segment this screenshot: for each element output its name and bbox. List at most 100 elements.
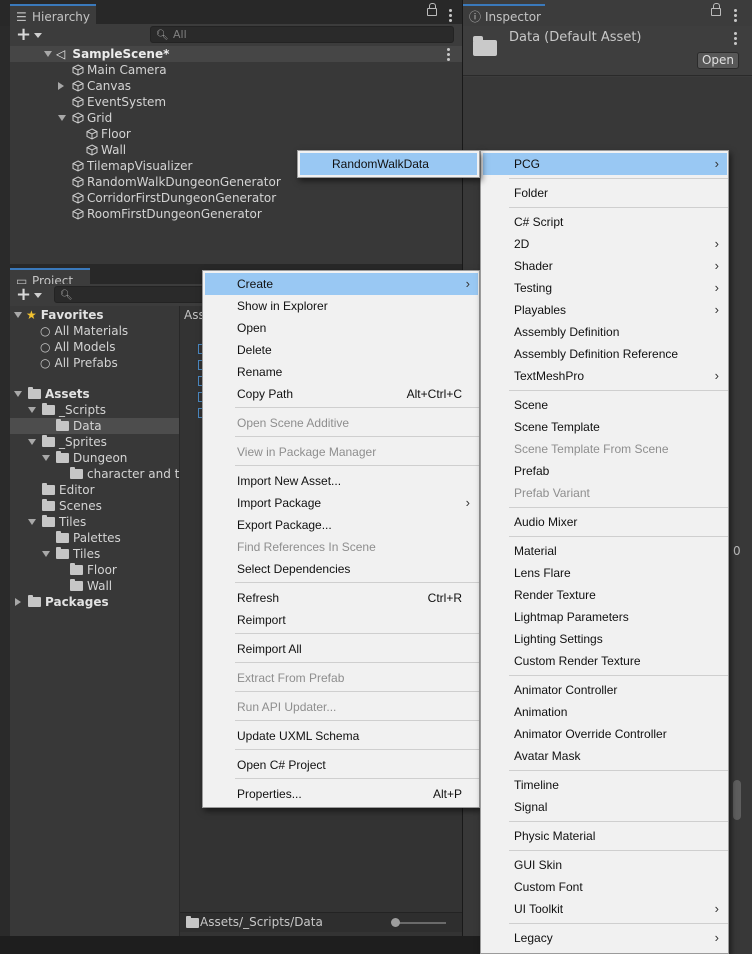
hierarchy-item[interactable]: EventSystem bbox=[72, 94, 166, 110]
folder-item[interactable]: Wall bbox=[70, 578, 112, 594]
menu-item-pcg[interactable]: PCG › bbox=[483, 153, 727, 175]
menu-item-animation[interactable]: Animation bbox=[483, 701, 727, 723]
menu-item-copy-path[interactable]: Copy Path Alt+Ctrl+C bbox=[205, 383, 478, 405]
folder-item[interactable]: _Sprites bbox=[28, 434, 107, 450]
menu-item-animator-override-controller[interactable]: Animator Override Controller bbox=[483, 723, 727, 745]
menu-item-export-package[interactable]: Export Package... bbox=[205, 514, 478, 536]
menu-item-select-dependencies[interactable]: Select Dependencies bbox=[205, 558, 478, 580]
expand-arrow-icon[interactable] bbox=[44, 51, 52, 57]
folder-item[interactable]: Editor bbox=[42, 482, 95, 498]
menu-item-reimport-all[interactable]: Reimport All bbox=[205, 638, 478, 660]
menu-item-scene-template[interactable]: Scene Template bbox=[483, 416, 727, 438]
expand-arrow-icon[interactable] bbox=[58, 82, 64, 90]
menu-item-ui-toolkit[interactable]: UI Toolkit › bbox=[483, 898, 727, 920]
menu-item-shader[interactable]: Shader › bbox=[483, 255, 727, 277]
menu-item-random-walk-data[interactable]: RandomWalkData bbox=[300, 153, 477, 175]
menu-item-material[interactable]: Material bbox=[483, 540, 727, 562]
packages-folder[interactable]: Packages bbox=[14, 594, 109, 610]
chevron-down-icon[interactable] bbox=[34, 293, 42, 298]
menu-item-custom-render-texture[interactable]: Custom Render Texture bbox=[483, 650, 727, 672]
menu-item-refresh[interactable]: Refresh Ctrl+R bbox=[205, 587, 478, 609]
menu-item-playables[interactable]: Playables › bbox=[483, 299, 727, 321]
expand-arrow-icon[interactable] bbox=[14, 312, 22, 318]
menu-item-lens-flare[interactable]: Lens Flare bbox=[483, 562, 727, 584]
expand-arrow-icon[interactable] bbox=[15, 598, 21, 606]
menu-item-signal[interactable]: Signal bbox=[483, 796, 727, 818]
chevron-down-icon[interactable] bbox=[34, 33, 42, 38]
menu-item-audio-mixer[interactable]: Audio Mixer bbox=[483, 511, 727, 533]
folder-item[interactable]: Tiles bbox=[28, 514, 86, 530]
expand-arrow-icon[interactable] bbox=[28, 519, 36, 525]
folder-item[interactable]: _Scripts bbox=[28, 402, 106, 418]
hierarchy-item[interactable]: RoomFirstDungeonGenerator bbox=[72, 206, 262, 222]
menu-item-gui-skin[interactable]: GUI Skin bbox=[483, 854, 727, 876]
menu-item-update-uxml-schema[interactable]: Update UXML Schema bbox=[205, 725, 478, 747]
menu-item-scene[interactable]: Scene bbox=[483, 394, 727, 416]
hierarchy-item[interactable]: Main Camera bbox=[72, 62, 167, 78]
add-icon[interactable]: + bbox=[16, 26, 31, 44]
scene-options-icon[interactable] bbox=[447, 48, 450, 63]
folder-item[interactable]: Palettes bbox=[56, 530, 121, 546]
hierarchy-item[interactable]: Floor bbox=[86, 126, 131, 142]
menu-item-rename[interactable]: Rename bbox=[205, 361, 478, 383]
hierarchy-item[interactable]: TilemapVisualizer bbox=[72, 158, 192, 174]
expand-arrow-icon[interactable] bbox=[14, 391, 22, 397]
menu-item-prefab[interactable]: Prefab bbox=[483, 460, 727, 482]
menu-item-folder[interactable]: Folder bbox=[483, 182, 727, 204]
favorites-item[interactable]: ○ All Materials bbox=[40, 323, 128, 339]
zoom-slider-handle[interactable] bbox=[391, 918, 400, 927]
expand-arrow-icon[interactable] bbox=[58, 115, 66, 121]
expand-arrow-icon[interactable] bbox=[28, 439, 36, 445]
open-button[interactable]: Open bbox=[697, 52, 739, 69]
favorites-header[interactable]: ★ Favorites bbox=[14, 307, 103, 323]
scene-row[interactable]: ◁ SampleScene* bbox=[10, 46, 462, 62]
more-options-icon[interactable] bbox=[449, 9, 452, 24]
inspector-options-icon[interactable] bbox=[734, 32, 737, 47]
menu-item-legacy[interactable]: Legacy › bbox=[483, 927, 727, 949]
menu-item-import-new-asset[interactable]: Import New Asset... bbox=[205, 470, 478, 492]
folder-item[interactable]: Tiles bbox=[42, 546, 100, 562]
lock-icon[interactable] bbox=[427, 3, 437, 16]
tab-inspector[interactable]: ⓘ Inspector bbox=[463, 4, 545, 26]
folder-item-selected[interactable]: Data bbox=[10, 418, 179, 434]
hierarchy-item[interactable]: Grid bbox=[58, 110, 112, 126]
folder-item[interactable]: Dungeon bbox=[42, 450, 127, 466]
hierarchy-search-input[interactable]: 🔍︎ All bbox=[150, 26, 454, 43]
menu-item-2d[interactable]: 2D › bbox=[483, 233, 727, 255]
favorites-item[interactable]: ○ All Models bbox=[40, 339, 115, 355]
zoom-slider-track[interactable] bbox=[394, 922, 446, 924]
scrollbar[interactable] bbox=[733, 780, 741, 820]
project-search-input[interactable]: 🔍︎ bbox=[54, 286, 214, 303]
menu-item-assembly-definition-reference[interactable]: Assembly Definition Reference bbox=[483, 343, 727, 365]
menu-item-physic-material[interactable]: Physic Material bbox=[483, 825, 727, 847]
tab-hierarchy[interactable]: ☰ Hierarchy bbox=[10, 4, 96, 26]
menu-item-open[interactable]: Open bbox=[205, 317, 478, 339]
lock-icon[interactable] bbox=[711, 3, 721, 16]
hierarchy-item[interactable]: Canvas bbox=[58, 78, 131, 94]
hierarchy-item[interactable]: Wall bbox=[86, 142, 126, 158]
menu-item-open-csharp-project[interactable]: Open C# Project bbox=[205, 754, 478, 776]
menu-item-reimport[interactable]: Reimport bbox=[205, 609, 478, 631]
menu-item-show-in-explorer[interactable]: Show in Explorer bbox=[205, 295, 478, 317]
menu-item-import-package[interactable]: Import Package › bbox=[205, 492, 478, 514]
hierarchy-item[interactable]: RandomWalkDungeonGenerator bbox=[72, 174, 281, 190]
more-options-icon[interactable] bbox=[734, 9, 737, 24]
menu-item-render-texture[interactable]: Render Texture bbox=[483, 584, 727, 606]
menu-item-assembly-definition[interactable]: Assembly Definition bbox=[483, 321, 727, 343]
add-icon[interactable]: + bbox=[16, 286, 31, 304]
menu-item-delete[interactable]: Delete bbox=[205, 339, 478, 361]
menu-item-avatar-mask[interactable]: Avatar Mask bbox=[483, 745, 727, 767]
hierarchy-item[interactable]: CorridorFirstDungeonGenerator bbox=[72, 190, 276, 206]
expand-arrow-icon[interactable] bbox=[42, 455, 50, 461]
menu-item-textmeshpro[interactable]: TextMeshPro › bbox=[483, 365, 727, 387]
expand-arrow-icon[interactable] bbox=[28, 407, 36, 413]
expand-arrow-icon[interactable] bbox=[42, 551, 50, 557]
menu-item-testing[interactable]: Testing › bbox=[483, 277, 727, 299]
menu-item-lighting-settings[interactable]: Lighting Settings bbox=[483, 628, 727, 650]
menu-item-timeline[interactable]: Timeline bbox=[483, 774, 727, 796]
menu-item-animator-controller[interactable]: Animator Controller bbox=[483, 679, 727, 701]
menu-item-custom-font[interactable]: Custom Font bbox=[483, 876, 727, 898]
menu-item-csharp-script[interactable]: C# Script bbox=[483, 211, 727, 233]
folder-item[interactable]: Floor bbox=[70, 562, 117, 578]
favorites-item[interactable]: ○ All Prefabs bbox=[40, 355, 118, 371]
